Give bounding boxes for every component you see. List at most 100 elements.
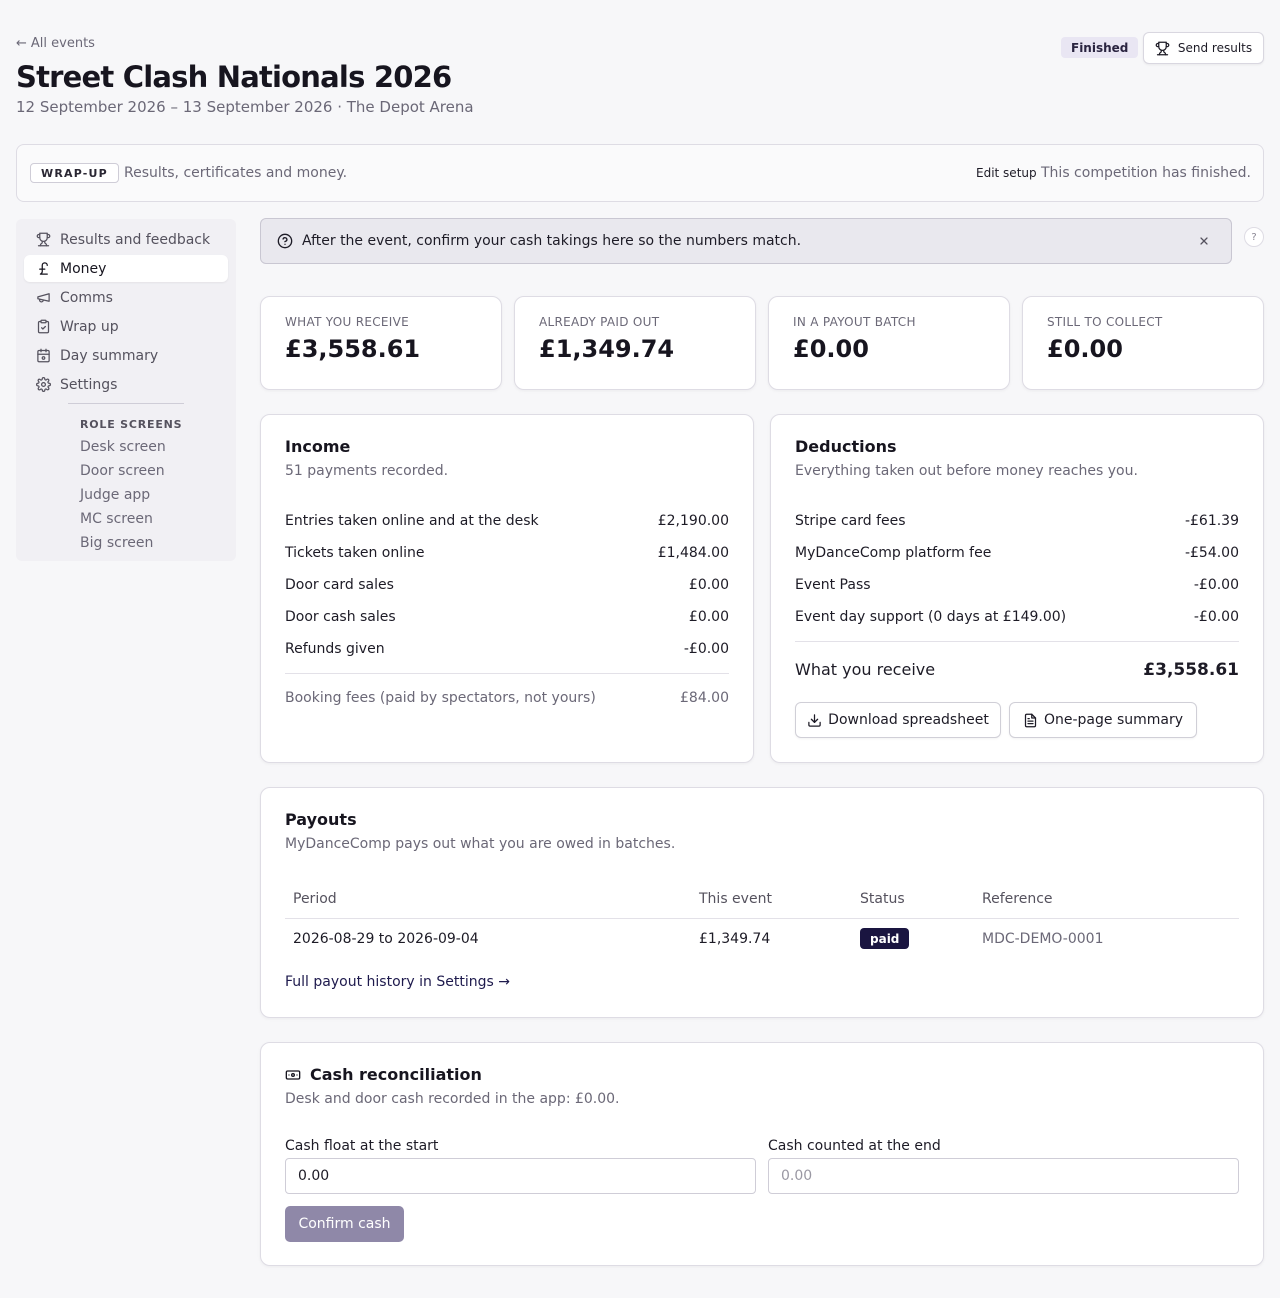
sidebar-item-wrap-up[interactable]: Wrap up: [24, 313, 228, 340]
stat-label: ALREADY PAID OUT: [539, 315, 660, 329]
income-row-amount: -£0.00: [683, 641, 729, 657]
column-header-this-event: This event: [699, 891, 772, 907]
stat-value: £3,558.61: [285, 335, 421, 363]
payouts-panel: Payouts MyDanceComp pays out what you ar…: [260, 787, 1264, 1018]
close-icon[interactable]: [1195, 232, 1213, 250]
role-screens-heading: ROLE SCREENS: [80, 418, 183, 431]
income-row-label: Refunds given: [285, 641, 385, 657]
stat-value: £0.00: [793, 335, 869, 363]
income-row: Refunds given -£0.00: [285, 641, 729, 657]
edit-setup-link[interactable]: Edit setup: [976, 166, 1037, 180]
sidebar-item-label: Comms: [60, 289, 113, 306]
deductions-subtitle: Everything taken out before money reache…: [795, 463, 1138, 479]
send-results-button[interactable]: Send results: [1143, 32, 1264, 64]
sidebar-item-label: Wrap up: [60, 318, 119, 335]
total-label: What you receive: [795, 660, 936, 679]
sidebar-item-comms[interactable]: Comms: [24, 284, 228, 311]
document-icon: [1024, 713, 1037, 727]
income-row: Door cash sales £0.00: [285, 609, 729, 625]
stat-card-in-payout-batch: IN A PAYOUT BATCH £0.00: [768, 296, 1010, 390]
phase-tag: WRAP-UP: [30, 163, 119, 183]
role-item-judge-app[interactable]: Judge app: [80, 487, 150, 503]
help-button[interactable]: ?: [1244, 227, 1264, 247]
cash-float-input[interactable]: [285, 1158, 756, 1194]
clipboard-check-icon: [37, 319, 50, 334]
deduction-row: Event day support (0 days at £149.00) -£…: [795, 609, 1239, 625]
deduction-row-amount: -£54.00: [1184, 545, 1239, 561]
payout-status-badge: paid: [860, 928, 910, 949]
income-row-amount: £2,190.00: [657, 513, 729, 529]
back-to-events-link[interactable]: ← All events: [16, 36, 95, 51]
column-header-reference: Reference: [982, 891, 1053, 907]
cash-title: Cash reconciliation: [310, 1065, 482, 1084]
deduction-row-amount: -£61.39: [1184, 513, 1239, 529]
income-row-amount: £1,484.00: [657, 545, 729, 561]
role-item-desk-screen[interactable]: Desk screen: [80, 439, 166, 455]
sidebar-item-settings[interactable]: Settings: [24, 371, 228, 398]
cash-title-row: Cash reconciliation: [285, 1065, 482, 1084]
deductions-panel: Deductions Everything taken out before m…: [770, 414, 1264, 763]
stat-card-still-to-collect: STILL TO COLLECT £0.00: [1022, 296, 1264, 390]
column-header-period: Period: [293, 891, 337, 907]
phase-note: This competition has finished.: [1041, 165, 1251, 181]
trophy-icon: [36, 232, 51, 247]
payout-amount: £1,349.74: [699, 931, 771, 947]
sidebar-item-label: Results and feedback: [60, 231, 211, 248]
page-title: Street Clash Nationals 2026: [16, 60, 452, 94]
total-amount: £3,558.61: [1143, 660, 1239, 680]
stat-label: IN A PAYOUT BATCH: [793, 315, 916, 329]
booking-fees-row: Booking fees (paid by spectators, not yo…: [285, 690, 729, 706]
income-row: Door card sales £0.00: [285, 577, 729, 593]
stat-card-already-paid-out: ALREADY PAID OUT £1,349.74: [514, 296, 756, 390]
role-item-door-screen[interactable]: Door screen: [80, 463, 165, 479]
send-results-label: Send results: [1177, 41, 1253, 55]
one-page-summary-label: One-page summary: [1043, 712, 1184, 728]
sidebar-item-label: Settings: [60, 376, 118, 393]
download-spreadsheet-button[interactable]: Download spreadsheet: [795, 702, 1001, 738]
one-page-summary-button[interactable]: One-page summary: [1009, 702, 1197, 738]
event-dates-venue: 12 September 2026 – 13 September 2026 · …: [16, 98, 474, 116]
stat-card-what-you-receive: WHAT YOU RECEIVE £3,558.61: [260, 296, 502, 390]
table-header-divider: [285, 918, 1239, 919]
money-page: ← All events Street Clash Nationals 2026…: [0, 0, 1280, 1298]
payout-history-link[interactable]: Full payout history in Settings →: [285, 974, 510, 990]
deduction-row-amount: -£0.00: [1193, 577, 1239, 593]
download-spreadsheet-label: Download spreadsheet: [828, 712, 989, 728]
payout-period: 2026-08-29 to 2026-09-04: [293, 931, 479, 947]
stat-label: WHAT YOU RECEIVE: [285, 315, 410, 329]
income-row: Tickets taken online £1,484.00: [285, 545, 729, 561]
confirm-cash-button[interactable]: Confirm cash: [285, 1206, 404, 1242]
deduction-row-label: MyDanceComp platform fee: [795, 545, 992, 561]
role-item-mc-screen[interactable]: MC screen: [80, 511, 153, 527]
alert-text: After the event, confirm your cash takin…: [302, 233, 802, 249]
sidebar-item-label: Money: [60, 260, 107, 277]
back-link-label: All events: [30, 36, 95, 51]
deductions-divider: [795, 641, 1239, 642]
income-row-amount: £0.00: [688, 609, 729, 625]
trophy-icon: [1155, 41, 1170, 55]
deduction-row-label: Stripe card fees: [795, 513, 906, 529]
megaphone-icon: [37, 293, 50, 303]
what-you-receive-total: What you receive £3,558.61: [795, 660, 1239, 680]
income-row-label: Door cash sales: [285, 609, 396, 625]
income-row-label: Tickets taken online: [285, 545, 425, 561]
deduction-row-amount: -£0.00: [1193, 609, 1239, 625]
income-panel: Income 51 payments recorded. Entries tak…: [260, 414, 754, 763]
role-item-big-screen[interactable]: Big screen: [80, 535, 153, 551]
banknote-icon: [285, 1069, 301, 1080]
cash-counted-input[interactable]: [768, 1158, 1239, 1194]
cash-counted-label: Cash counted at the end: [768, 1138, 941, 1154]
deduction-row: Stripe card fees -£61.39: [795, 513, 1239, 529]
phase-description: Results, certificates and money.: [124, 165, 348, 181]
income-row-amount: £0.00: [688, 577, 729, 593]
sidebar-item-money[interactable]: Money: [24, 255, 228, 282]
booking-fees-label: Booking fees (paid by spectators, not yo…: [285, 690, 596, 706]
income-title: Income: [285, 437, 351, 456]
status-badge: Finished: [1061, 37, 1139, 58]
income-row-label: Door card sales: [285, 577, 394, 593]
sidebar-item-day-summary[interactable]: Day summary: [24, 342, 228, 369]
sidebar: Results and feedback Money Comms Wrap up…: [16, 219, 236, 561]
deduction-row-label: Event Pass: [795, 577, 871, 593]
stat-value: £0.00: [1047, 335, 1123, 363]
sidebar-item-results-feedback[interactable]: Results and feedback: [24, 226, 228, 253]
